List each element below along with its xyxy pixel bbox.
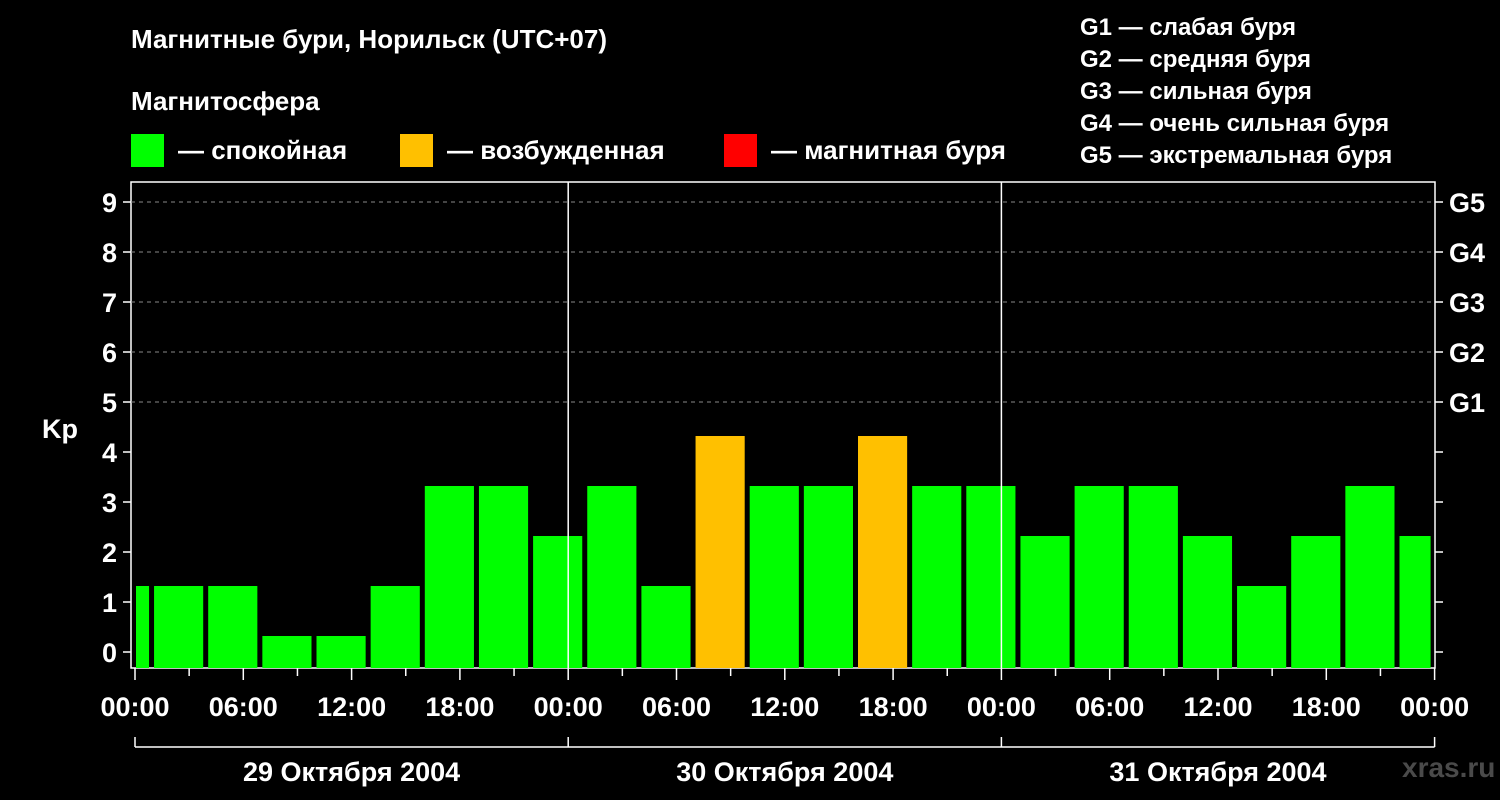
y-tick-label: 3 <box>102 488 117 518</box>
x-tick-label: 12:00 <box>317 692 386 722</box>
y-axis-title: Kp <box>42 414 78 444</box>
x-tick-label: 00:00 <box>967 692 1036 722</box>
x-tick-label: 06:00 <box>1075 692 1144 722</box>
kp-bar <box>262 636 312 668</box>
kp-bar <box>1399 536 1431 668</box>
y-tick-label: 7 <box>102 288 117 318</box>
y-tick-label: 2 <box>102 538 117 568</box>
g-level-label: G2 <box>1449 338 1485 368</box>
x-tick-label: 00:00 <box>534 692 603 722</box>
kp-bar-chart: 0 1 2 3 4 5 6 7 8 9 G1 G2 G3 G4 G5 Kp 00:00 06:00 12:00 18:… <box>42 181 1485 787</box>
g-level-label: G5 <box>1449 188 1485 218</box>
g-level-label: G4 <box>1449 238 1485 268</box>
watermark: xras.ru <box>1402 752 1496 783</box>
day-label: 31 Октября 2004 <box>1109 757 1326 787</box>
g-level-label: G1 <box>1449 388 1485 418</box>
y-tick-label: 0 <box>102 638 117 668</box>
kp-bar <box>1345 486 1395 668</box>
kp-bar <box>1128 486 1178 668</box>
x-tick-label: 06:00 <box>642 692 711 722</box>
x-tick-label: 00:00 <box>1400 692 1469 722</box>
g-level-label: G3 <box>1449 288 1485 318</box>
kp-bar <box>641 586 691 668</box>
kp-bar <box>136 586 150 668</box>
y-tick-label: 5 <box>102 388 117 418</box>
x-tick-label: 18:00 <box>425 692 494 722</box>
y-tick-label: 8 <box>102 238 117 268</box>
day-label: 30 Октября 2004 <box>676 757 893 787</box>
kp-bar <box>695 436 745 668</box>
kp-bar <box>1020 536 1070 668</box>
x-tick-label: 12:00 <box>1183 692 1252 722</box>
kp-bar <box>1182 536 1233 668</box>
kp-bar <box>966 486 1016 668</box>
kp-bar <box>749 486 799 668</box>
x-tick-label: 12:00 <box>750 692 819 722</box>
kp-bar <box>533 536 583 668</box>
kp-bar <box>858 436 908 668</box>
kp-bar <box>316 636 366 668</box>
y-tick-label: 4 <box>102 438 117 468</box>
y-tick-label: 1 <box>102 588 117 618</box>
kp-bar <box>208 586 258 668</box>
x-tick-label: 00:00 <box>100 692 169 722</box>
kp-bar <box>1237 586 1287 668</box>
x-tick-label: 18:00 <box>859 692 928 722</box>
kp-bar <box>912 486 962 668</box>
kp-bar <box>1074 486 1124 668</box>
kp-bar <box>1291 536 1341 668</box>
y-tick-label: 9 <box>102 188 117 218</box>
kp-bar <box>424 486 474 668</box>
day-label: 29 Октября 2004 <box>243 757 460 787</box>
x-tick-label: 18:00 <box>1292 692 1361 722</box>
kp-bar <box>587 486 637 668</box>
kp-bar <box>803 486 853 668</box>
y-tick-label: 6 <box>102 338 117 368</box>
kp-bar <box>478 486 529 668</box>
kp-bar <box>154 586 204 668</box>
x-tick-label: 06:00 <box>209 692 278 722</box>
kp-bar <box>370 586 420 668</box>
